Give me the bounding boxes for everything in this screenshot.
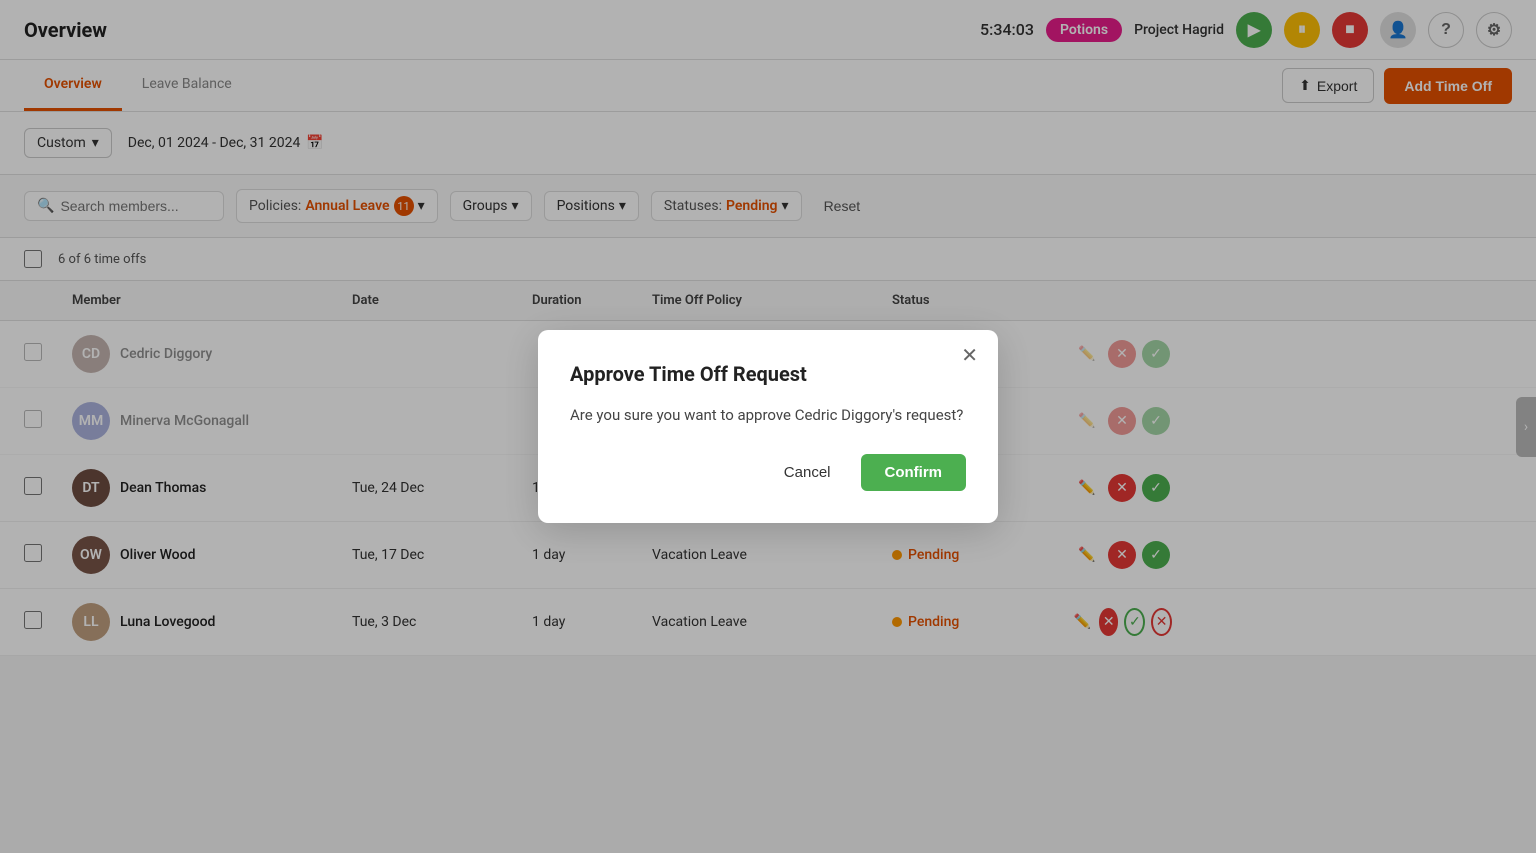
modal-actions: Cancel Confirm	[570, 454, 966, 491]
cancel-button[interactable]: Cancel	[766, 454, 849, 491]
modal-overlay[interactable]: ✕ Approve Time Off Request Are you sure …	[0, 0, 1536, 853]
modal-title: Approve Time Off Request	[570, 362, 966, 386]
modal-body: Are you sure you want to approve Cedric …	[570, 404, 966, 427]
approve-modal: ✕ Approve Time Off Request Are you sure …	[538, 330, 998, 524]
modal-close-button[interactable]: ✕	[961, 346, 978, 366]
confirm-button[interactable]: Confirm	[861, 454, 967, 491]
